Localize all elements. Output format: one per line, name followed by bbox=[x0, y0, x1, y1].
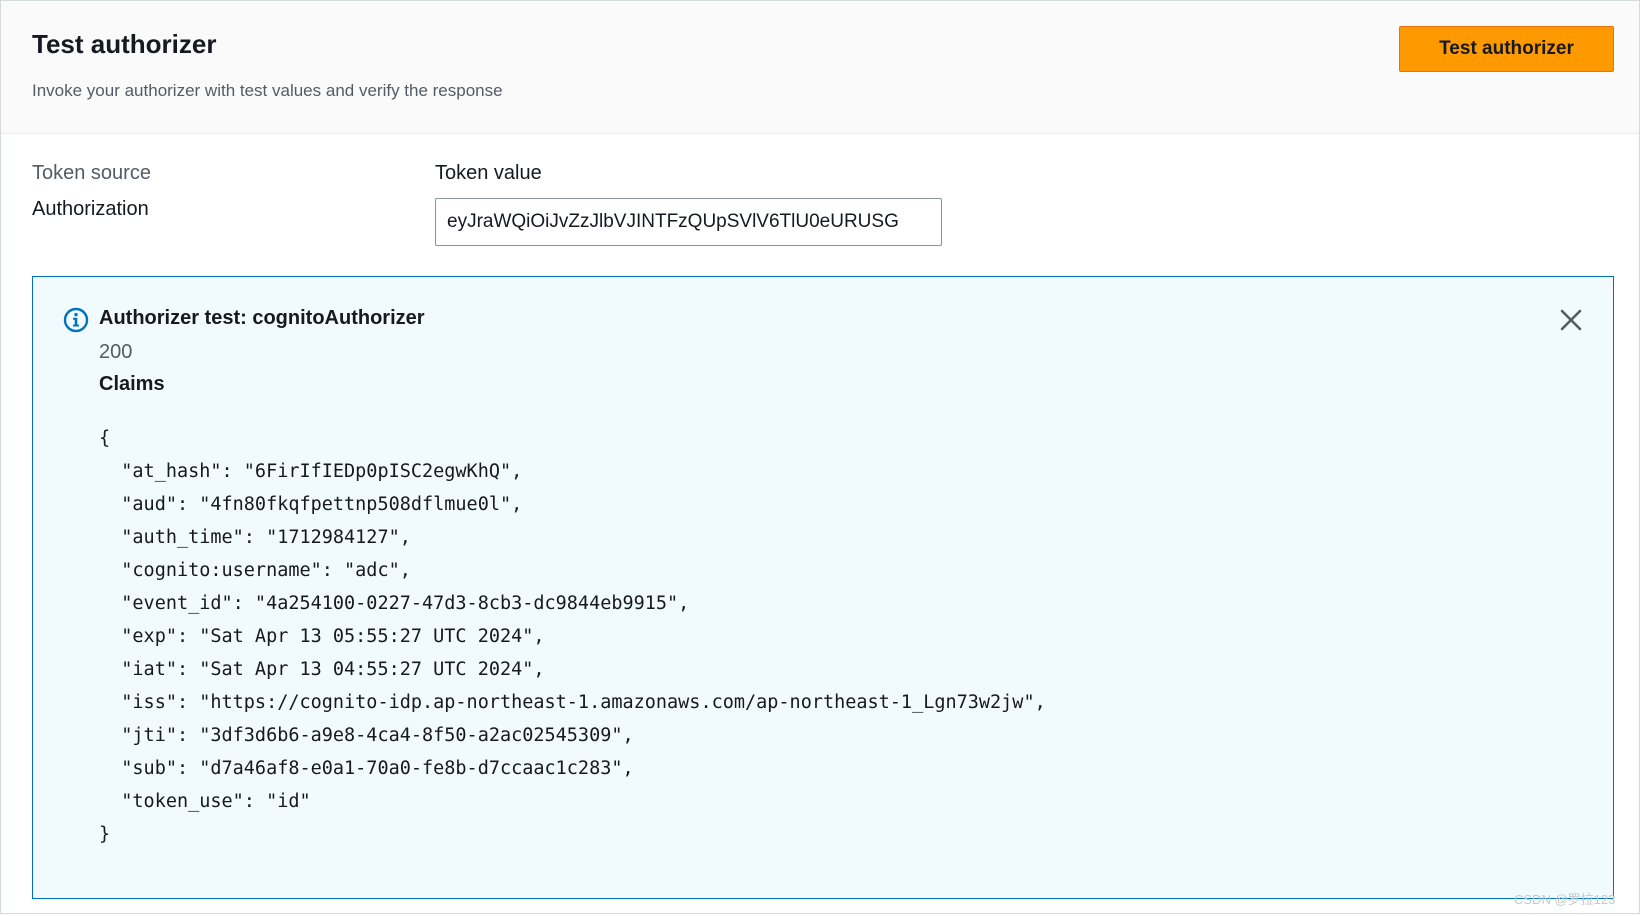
test-authorizer-panel: Test authorizer Invoke your authorizer w… bbox=[0, 0, 1640, 914]
token-source-value: Authorization bbox=[32, 198, 149, 220]
claims-json: { "at_hash": "6FirIfIEDp0pISC2egwKhQ", "… bbox=[99, 428, 1046, 845]
status-code: 200 bbox=[99, 341, 133, 363]
info-icon bbox=[63, 307, 89, 333]
close-alert-button[interactable] bbox=[1556, 305, 1586, 335]
test-authorizer-button[interactable]: Test authorizer bbox=[1399, 26, 1614, 72]
page-title: Test authorizer bbox=[32, 29, 217, 59]
token-source-label: Token source bbox=[32, 162, 151, 184]
alert-title: Authorizer test: cognitoAuthorizer bbox=[99, 307, 425, 329]
claims-heading: Claims bbox=[99, 373, 165, 395]
panel-header: Test authorizer Invoke your authorizer w… bbox=[1, 1, 1639, 134]
close-icon bbox=[1560, 309, 1582, 331]
page-subtitle: Invoke your authorizer with test values … bbox=[32, 81, 503, 100]
authorizer-test-result-alert: Authorizer test: cognitoAuthorizer 200 C… bbox=[32, 276, 1614, 899]
token-value-input[interactable] bbox=[435, 198, 942, 246]
token-value-label: Token value bbox=[435, 162, 542, 184]
watermark: CSDN @罗拉123 bbox=[1514, 892, 1616, 907]
